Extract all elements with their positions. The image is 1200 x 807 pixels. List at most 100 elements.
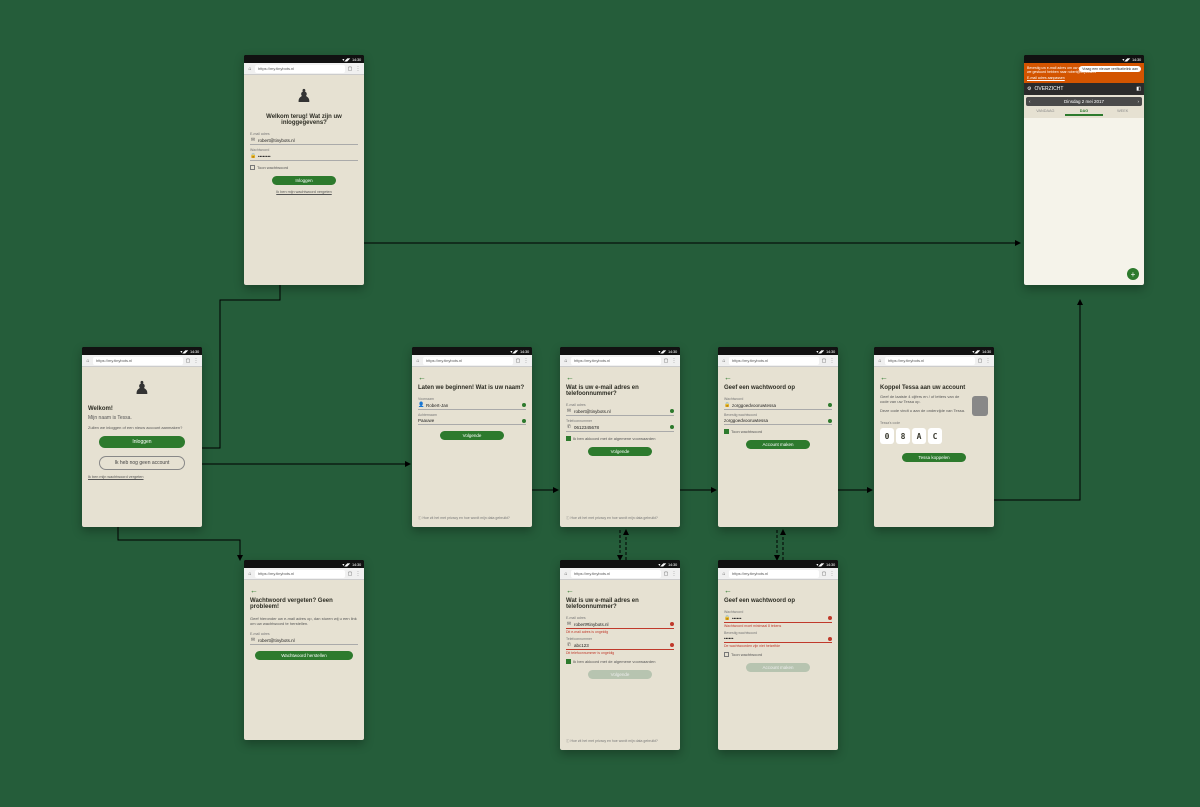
view-tabs: VANDAAG DAG WEEK (1026, 108, 1142, 116)
screen-overview: ▾◢◤14:30 Bevestig uw e-mail adres om uw … (1024, 55, 1144, 285)
browser-chrome: ⌂ https://my.tinybots.nl ▢ ⋮ (718, 355, 838, 367)
url-bar[interactable]: https://my.tinybots.nl (729, 357, 819, 365)
privacy-link[interactable]: ⓘ Hoe zit het met privacy en hoe wordt m… (566, 516, 674, 521)
login-button[interactable]: Inloggen (99, 436, 185, 448)
confirm-password-field[interactable]: •••••• (724, 635, 832, 643)
no-account-button[interactable]: Ik heb nog geen account (99, 456, 185, 470)
email-field[interactable]: ✉robert#tinybots.nl (566, 620, 674, 629)
screen-email-error: ▾◢◤14:30 ⌂ https://my.tinybots.nl ▢ ⋮ ← … (560, 560, 680, 750)
home-icon[interactable]: ⌂ (563, 358, 569, 364)
overview-header: ⚙ OVERZICHT ◧ (1024, 83, 1144, 95)
menu-icon[interactable]: ⋮ (829, 358, 835, 364)
privacy-link[interactable]: ⓘ Hoe zit het met privacy en hoe wordt m… (418, 516, 526, 521)
email-field[interactable]: ✉robert@tinybots.nl (250, 636, 358, 645)
email-field[interactable]: ✉robert@tinybots.nl (566, 407, 674, 416)
menu-icon[interactable]: ⋮ (355, 66, 361, 72)
pair-body: Geef de laatste 4 cijfers en / of letter… (880, 394, 969, 404)
tab-day[interactable]: DAG (1065, 108, 1104, 116)
tabs-icon[interactable]: ▢ (663, 571, 669, 577)
create-account-button[interactable]: Account maken (746, 440, 811, 449)
privacy-link[interactable]: ⓘ Hoe zit het met privacy en hoe wordt m… (566, 739, 674, 744)
tabs-icon[interactable]: ▢ (515, 358, 521, 364)
tabs-icon[interactable]: ▢ (347, 66, 353, 72)
home-icon[interactable]: ⌂ (247, 66, 253, 72)
password-field[interactable]: 🔒•••••• (724, 614, 832, 623)
phone-field[interactable]: ✆abc123 (566, 641, 674, 650)
url-bar[interactable]: https://my.tinybots.nl (93, 357, 183, 365)
menu-icon[interactable]: ⋮ (523, 358, 529, 364)
url-bar[interactable]: https://my.tinybots.nl (571, 357, 661, 365)
confirm-password-field[interactable]: zorggoedvooruwtessa (724, 417, 832, 425)
home-icon[interactable]: ⌂ (563, 571, 569, 577)
next-day-icon[interactable]: › (1138, 99, 1140, 104)
home-icon[interactable]: ⌂ (721, 358, 727, 364)
screen-password: ▾◢◤14:30 ⌂ https://my.tinybots.nl ▢ ⋮ ← … (718, 347, 838, 527)
code-input[interactable]: 0 8 A C (880, 428, 988, 444)
phone-field[interactable]: ✆0612345678 (566, 423, 674, 432)
tab-week[interactable]: WEEK (1103, 108, 1142, 116)
home-icon[interactable]: ⌂ (415, 358, 421, 364)
tabs-icon[interactable]: ▢ (663, 358, 669, 364)
home-icon[interactable]: ⌂ (85, 358, 91, 364)
password-field[interactable]: 🔒zorggoedvooruwtessa (724, 401, 832, 410)
show-password-checkbox[interactable]: Toon wachtwoord (724, 652, 832, 657)
home-icon[interactable]: ⌂ (721, 571, 727, 577)
lastname-field[interactable]: Paauwe (418, 417, 526, 425)
url-bar[interactable]: https://my.tinybots.nl (423, 357, 513, 365)
back-icon[interactable]: ← (724, 373, 832, 382)
back-icon[interactable]: ← (566, 373, 674, 382)
menu-icon[interactable]: ⋮ (355, 571, 361, 577)
screen-forgot: ▾◢◤14:30 ⌂ https://my.tinybots.nl ▢ ⋮ ← … (244, 560, 364, 740)
back-icon[interactable]: ← (880, 373, 988, 382)
url-bar[interactable]: https://my.tinybots.nl (255, 570, 345, 578)
back-icon[interactable]: ← (250, 586, 358, 595)
next-button[interactable]: Volgende (440, 431, 505, 440)
tab-today[interactable]: VANDAAG (1026, 108, 1065, 116)
menu-icon[interactable]: ⋮ (671, 358, 677, 364)
reset-button[interactable]: Wachtwoord herstellen (255, 651, 352, 660)
show-password-checkbox[interactable]: Toon wachtwoord (250, 165, 358, 170)
resend-link-pill[interactable]: Vraag een nieuwe verificatielink aan (1079, 66, 1141, 72)
url-bar[interactable]: https://my.tinybots.nl (885, 357, 975, 365)
forgot-link[interactable]: Ik ben mijn wachtwoord vergeten (250, 190, 358, 194)
phone-error: Dit telefoonnummer is ongeldig (566, 651, 674, 655)
menu-icon[interactable]: ⚙ (1027, 86, 1031, 92)
url-bar[interactable]: https://my.tinybots.nl (255, 65, 345, 73)
email-field[interactable]: ✉robert@tinybots.nl (250, 136, 358, 145)
url-bar[interactable]: https://my.tinybots.nl (571, 570, 661, 578)
back-icon[interactable]: ← (724, 586, 832, 595)
terms-checkbox[interactable]: Ik ben akkoord met de algemene voorwaard… (566, 659, 674, 664)
terms-checkbox[interactable]: Ik ben akkoord met de algemene voorwaard… (566, 436, 674, 441)
menu-icon[interactable]: ⋮ (985, 358, 991, 364)
pair-button[interactable]: Tessa koppelen (902, 453, 967, 462)
tabs-icon[interactable]: ▢ (977, 358, 983, 364)
tabs-icon[interactable]: ▢ (821, 571, 827, 577)
add-fab[interactable]: + (1127, 268, 1139, 280)
status-bar: ▾◢◤14:30 (82, 347, 202, 355)
back-icon[interactable]: ← (418, 373, 526, 382)
change-email-link[interactable]: E-mail adres aanpassen (1027, 76, 1141, 80)
home-icon[interactable]: ⌂ (247, 571, 253, 577)
next-button[interactable]: Volgende (588, 447, 653, 456)
firstname-field[interactable]: 👤Robert-Jan (418, 401, 526, 410)
back-icon[interactable]: ← (566, 586, 674, 595)
tabs-icon[interactable]: ▢ (185, 358, 191, 364)
url-bar[interactable]: https://my.tinybots.nl (729, 570, 819, 578)
menu-icon[interactable]: ⋮ (671, 571, 677, 577)
password-field[interactable]: 🔒•••••••• (250, 152, 358, 161)
pw-title: Geef een wachtwoord op (724, 598, 832, 604)
forgot-link[interactable]: Ik ben mijn wachtwoord vergeten (88, 475, 196, 479)
home-icon[interactable]: ⌂ (877, 358, 883, 364)
browser-chrome: ⌂ https://my.tinybots.nl ▢ ⋮ (718, 568, 838, 580)
prev-day-icon[interactable]: ‹ (1029, 99, 1031, 104)
status-bar: ▾◢◤14:30 (874, 347, 994, 355)
login-button[interactable]: Inloggen (272, 176, 337, 185)
forgot-title: Wachtwoord vergeten? Geen probleem! (250, 598, 358, 610)
show-password-checkbox[interactable]: Toon wachtwoord (724, 429, 832, 434)
tabs-icon[interactable]: ▢ (821, 358, 827, 364)
menu-icon[interactable]: ⋮ (829, 571, 835, 577)
tabs-icon[interactable]: ▢ (347, 571, 353, 577)
menu-icon[interactable]: ⋮ (193, 358, 199, 364)
flag-icon[interactable]: ◧ (1136, 86, 1141, 92)
date-nav[interactable]: ‹ Dinsdag 2 mei 2017 › (1026, 97, 1142, 106)
